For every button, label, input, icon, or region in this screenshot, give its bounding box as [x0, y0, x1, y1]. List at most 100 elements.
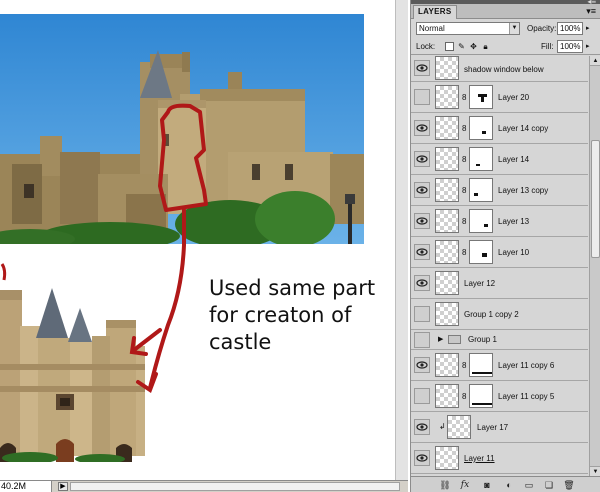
- lock-transparent-icon[interactable]: [445, 42, 454, 51]
- layer-mask-thumbnail[interactable]: [469, 384, 493, 408]
- layer-mask-thumbnail[interactable]: [469, 353, 493, 377]
- visibility-empty-icon[interactable]: [414, 332, 430, 348]
- layer-row[interactable]: 8 Layer 10: [411, 237, 588, 268]
- layer-thumbnail[interactable]: [435, 56, 459, 80]
- opacity-arrow-icon[interactable]: ▸: [586, 24, 590, 32]
- layer-thumbnail[interactable]: [435, 209, 459, 233]
- layer-name[interactable]: Layer 10: [498, 248, 529, 257]
- new-group-icon[interactable]: ▭: [523, 480, 535, 490]
- trash-icon[interactable]: 🗑︎: [563, 480, 575, 490]
- canvas-vertical-scrollbar[interactable]: [395, 0, 408, 480]
- mask-link-icon[interactable]: 8: [462, 186, 466, 195]
- lock-all-icon[interactable]: 🔒︎: [481, 42, 490, 51]
- visibility-eye-icon[interactable]: [414, 450, 430, 466]
- layer-thumbnail[interactable]: [435, 240, 459, 264]
- layer-thumbnail[interactable]: [435, 384, 459, 408]
- layer-name[interactable]: Layer 20: [498, 93, 529, 102]
- document-canvas[interactable]: Used same part for creaton of castle: [0, 0, 408, 480]
- link-layers-icon[interactable]: ⛓︎: [439, 480, 451, 490]
- scroll-up-icon[interactable]: ▲: [590, 56, 600, 66]
- canvas-horizontal-scrollbar[interactable]: [70, 482, 400, 491]
- blend-mode-select[interactable]: Normal ▼: [416, 22, 520, 35]
- layer-thumbnail[interactable]: [435, 85, 459, 109]
- layer-mask-thumbnail[interactable]: [469, 85, 493, 109]
- layer-name[interactable]: Layer 11 copy 6: [498, 361, 554, 370]
- layer-mask-thumbnail[interactable]: [469, 240, 493, 264]
- layer-row[interactable]: Layer 12: [411, 268, 588, 299]
- visibility-empty-icon[interactable]: [414, 306, 430, 322]
- scroll-down-icon[interactable]: ▼: [590, 466, 600, 476]
- layer-row[interactable]: 8 Layer 11 copy 5: [411, 381, 588, 412]
- layer-thumbnail[interactable]: [435, 116, 459, 140]
- layer-name[interactable]: Layer 11: [464, 454, 495, 463]
- visibility-eye-icon[interactable]: [414, 151, 430, 167]
- new-layer-icon[interactable]: ❏: [543, 480, 555, 490]
- lock-position-icon[interactable]: ✥: [469, 42, 478, 51]
- layer-thumbnail[interactable]: [435, 446, 459, 470]
- mask-link-icon[interactable]: 8: [462, 392, 466, 401]
- layer-mask-thumbnail[interactable]: [469, 116, 493, 140]
- visibility-eye-icon[interactable]: [414, 213, 430, 229]
- mask-link-icon[interactable]: 8: [462, 217, 466, 226]
- layer-row[interactable]: ↲ Layer 17: [411, 412, 588, 443]
- layer-thumbnail[interactable]: [435, 353, 459, 377]
- layer-row[interactable]: 8 Layer 14 copy: [411, 113, 588, 144]
- layer-mask-thumbnail[interactable]: [469, 178, 493, 202]
- layer-name[interactable]: Layer 13 copy: [498, 186, 548, 195]
- layer-name[interactable]: Layer 14 copy: [498, 124, 548, 133]
- add-mask-icon[interactable]: ◙: [481, 480, 493, 490]
- layer-row[interactable]: shadow window below: [411, 56, 588, 82]
- layer-name[interactable]: Layer 13: [498, 217, 529, 226]
- layer-name[interactable]: Layer 14: [498, 155, 529, 164]
- layer-row[interactable]: 8 Layer 14: [411, 144, 588, 175]
- mask-link-icon[interactable]: 8: [462, 155, 466, 164]
- layer-thumbnail[interactable]: [435, 302, 459, 326]
- layer-name[interactable]: Group 1: [468, 335, 497, 344]
- adjustment-layer-icon[interactable]: ◐: [503, 480, 515, 490]
- scroll-thumb[interactable]: [591, 140, 600, 258]
- layer-name[interactable]: shadow window below: [464, 65, 544, 74]
- layer-group-row[interactable]: ▶ Group 1: [411, 330, 588, 350]
- layer-name[interactable]: Layer 12: [464, 279, 495, 288]
- visibility-eye-icon[interactable]: [414, 120, 430, 136]
- visibility-eye-icon[interactable]: [414, 244, 430, 260]
- layer-row[interactable]: 8 Layer 20: [411, 82, 588, 113]
- status-menu-arrow-icon[interactable]: ▶: [58, 482, 68, 491]
- layer-name[interactable]: Layer 11 copy 5: [498, 392, 554, 401]
- expand-triangle-icon[interactable]: ▶: [438, 335, 443, 343]
- layer-mask-thumbnail[interactable]: [469, 209, 493, 233]
- visibility-eye-icon[interactable]: [414, 60, 430, 76]
- opacity-field[interactable]: 100%: [557, 22, 583, 35]
- layer-name[interactable]: Layer 17: [477, 423, 508, 432]
- mask-link-icon[interactable]: 8: [462, 124, 466, 133]
- layer-row[interactable]: 8 Layer 13: [411, 206, 588, 237]
- layer-mask-thumbnail[interactable]: [469, 147, 493, 171]
- layer-row[interactable]: Layer 11: [411, 443, 588, 474]
- layer-thumbnail[interactable]: [435, 271, 459, 295]
- mask-link-icon[interactable]: 8: [462, 361, 466, 370]
- visibility-eye-icon[interactable]: [414, 275, 430, 291]
- panel-menu-icon[interactable]: ▾≡: [586, 6, 596, 17]
- mask-link-icon[interactable]: 8: [462, 248, 466, 257]
- layer-thumbnail[interactable]: [435, 178, 459, 202]
- layers-scrollbar[interactable]: ▲ ▼: [589, 56, 600, 476]
- fill-arrow-icon[interactable]: ▸: [586, 42, 590, 50]
- visibility-eye-icon[interactable]: [414, 357, 430, 373]
- lock-pixels-icon[interactable]: ✎: [457, 42, 466, 51]
- chevron-down-icon[interactable]: ▼: [509, 23, 519, 34]
- visibility-eye-icon[interactable]: [414, 182, 430, 198]
- layer-name[interactable]: Group 1 copy 2: [464, 310, 519, 319]
- tab-layers[interactable]: LAYERS: [413, 5, 457, 19]
- layer-row[interactable]: 8 Layer 13 copy: [411, 175, 588, 206]
- layer-thumbnail[interactable]: [447, 415, 471, 439]
- fx-icon[interactable]: fx: [459, 480, 471, 490]
- visibility-empty-icon[interactable]: [414, 388, 430, 404]
- mask-link-icon[interactable]: 8: [462, 93, 466, 102]
- layer-row[interactable]: 8 Layer 11 copy 6: [411, 350, 588, 381]
- zoom-readout[interactable]: 40.2M: [0, 481, 52, 492]
- fill-field[interactable]: 100%: [557, 40, 583, 53]
- visibility-eye-icon[interactable]: [414, 419, 430, 435]
- visibility-empty-icon[interactable]: [414, 89, 430, 105]
- layer-thumbnail[interactable]: [435, 147, 459, 171]
- layer-row[interactable]: Group 1 copy 2: [411, 299, 588, 330]
